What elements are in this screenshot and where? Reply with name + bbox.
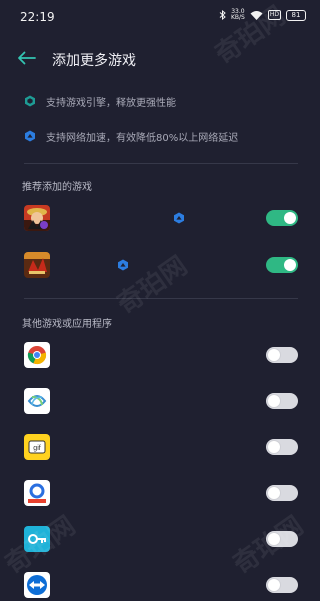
other-toggle-gif[interactable] <box>266 439 298 455</box>
toggle-knob <box>268 579 280 591</box>
recommended-toggle-three-kingdoms[interactable] <box>266 257 298 273</box>
other-row-gif: gif <box>0 429 320 463</box>
header: 添加更多游戏 <box>0 42 320 74</box>
toggle-knob <box>284 212 296 224</box>
other-apps-section-title: 其他游戏或应用程序 <box>22 319 112 330</box>
divider <box>24 298 298 299</box>
search-app-icon <box>24 480 50 506</box>
network-icon <box>25 130 35 142</box>
chrome-app-icon <box>24 342 50 368</box>
toggle-knob <box>268 487 280 499</box>
net-speed: 33.0 KB/S <box>231 9 245 21</box>
feature-engine-text: 支持游戏引擎，释放更强性能 <box>46 97 176 109</box>
other-toggle-key[interactable] <box>266 531 298 547</box>
arrow-left-icon <box>18 51 36 65</box>
other-row-chrome <box>0 337 320 371</box>
other-toggle-search[interactable] <box>266 485 298 501</box>
hd-badge: HD <box>267 10 281 20</box>
recommended-toggle-one-piece[interactable] <box>266 210 298 226</box>
wifi-icon <box>250 11 263 20</box>
toggle-knob <box>268 441 280 453</box>
three-kingdoms-game-icon <box>24 252 50 278</box>
recommended-row-three-kingdoms <box>0 247 320 281</box>
page-title: 添加更多游戏 <box>52 53 136 69</box>
other-toggle-chrome[interactable] <box>266 347 298 363</box>
feature-engine: 支持游戏引擎，释放更强性能 <box>24 93 176 109</box>
status-time: 22:19 <box>20 10 55 24</box>
recommended-row-one-piece <box>0 200 320 234</box>
game-badge-icon <box>118 259 128 271</box>
back-button[interactable] <box>16 48 38 68</box>
status-bar: 22:19 33.0 KB/S HD 81 <box>0 0 320 34</box>
key-app-icon <box>24 526 50 552</box>
divider <box>24 163 298 164</box>
gif-icon-text: gif <box>33 445 40 452</box>
recommended-section-title: 推荐添加的游戏 <box>22 182 92 193</box>
battery-icon: 81 <box>286 9 306 21</box>
other-row-search <box>0 475 320 509</box>
engine-icon <box>25 95 35 107</box>
net-speed-unit: KB/S <box>230 14 245 21</box>
one-piece-game-icon <box>24 205 50 231</box>
swirl-app-icon <box>24 388 50 414</box>
other-row-swirl <box>0 383 320 417</box>
toggle-knob <box>268 395 280 407</box>
gif-app-icon: gif <box>24 434 50 460</box>
teamviewer-app-icon <box>24 572 50 598</box>
toggle-knob <box>268 349 280 361</box>
feature-network-text: 支持网络加速，有效降低80%以上网络延迟 <box>46 132 239 144</box>
other-row-key <box>0 521 320 555</box>
status-icons: 33.0 KB/S HD 81 <box>219 9 306 21</box>
other-toggle-swirl[interactable] <box>266 393 298 409</box>
toggle-knob <box>268 533 280 545</box>
other-toggle-teamviewer[interactable] <box>266 577 298 593</box>
game-badge-icon <box>174 212 184 224</box>
bluetooth-icon <box>219 10 226 20</box>
feature-network: 支持网络加速，有效降低80%以上网络延迟 <box>24 128 238 144</box>
toggle-knob <box>284 259 296 271</box>
other-row-teamviewer <box>0 567 320 601</box>
